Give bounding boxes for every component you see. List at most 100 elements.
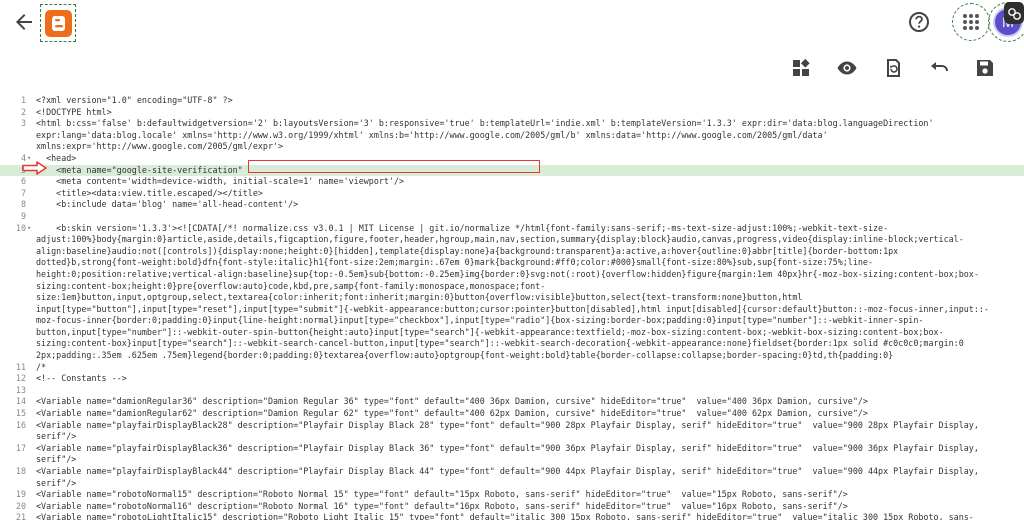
- code-line[interactable]: height:0;position:relative;vertical-alig…: [0, 269, 1024, 281]
- code-line[interactable]: 13: [0, 385, 1024, 397]
- line-number: 2: [20, 106, 26, 117]
- line-number: 6: [20, 176, 26, 187]
- code-line[interactable]: input[type="button"],input[type="reset"]…: [0, 304, 1024, 316]
- code-text: <?xml version="1.0" encoding="UTF-8" ?>: [36, 95, 233, 105]
- code-text: <Variable name="robotoNormal16" descript…: [36, 500, 848, 511]
- layout-icon[interactable]: [790, 57, 812, 79]
- code-text: input[type="button"],input[type="reset"]…: [36, 303, 989, 314]
- code-text: <Variable name="playfairDisplayBlack28" …: [36, 419, 979, 430]
- code-text: sizing:content-box}input[type="search"]:…: [36, 338, 964, 349]
- code-text: serif"/>: [36, 477, 77, 488]
- code-text: expr:lang='data:blog.locale' xmlns='http…: [36, 129, 828, 140]
- code-text: <!DOCTYPE html>: [36, 106, 112, 117]
- code-line[interactable]: sizing:content-box}input[type="search"]:…: [0, 338, 1024, 350]
- editor-toolbar: [0, 52, 1024, 86]
- code-text: <Variable name="playfairDisplayBlack36" …: [36, 442, 979, 453]
- code-text: <Variable name="damionRegular62" descrip…: [36, 408, 868, 419]
- code-text: 2px;padding:.35em .625em .75em}legend{bo…: [36, 350, 894, 361]
- code-line[interactable]: 15 <Variable name="damionRegular62" descr…: [0, 408, 1024, 420]
- code-text: <Variable name="damionRegular36" descrip…: [36, 396, 868, 407]
- code-line[interactable]: 14 <Variable name="damionRegular36" descr…: [0, 396, 1024, 408]
- line-number: 19: [15, 489, 26, 500]
- code-line[interactable]: 18 <Variable name="playfairDisplayBlack44…: [0, 466, 1024, 478]
- code-line[interactable]: align:baseline}audio:not([controls]){dis…: [0, 246, 1024, 258]
- code-line[interactable]: moz-focus-inner{border:0;padding:0}input…: [0, 315, 1024, 327]
- revert-icon[interactable]: [882, 57, 904, 79]
- code-text: <b:include data='blog' name='all-head-co…: [36, 199, 299, 210]
- line-number: 13: [15, 384, 26, 395]
- code-line[interactable]: 20 <Variable name="robotoNormal16" descri…: [0, 501, 1024, 513]
- extension-icon[interactable]: [1004, 2, 1024, 24]
- code-line[interactable]: 3 <html b:css='false' b:defaultwidgetvers…: [0, 118, 1024, 130]
- code-text: height:0;position:relative;vertical-alig…: [36, 268, 979, 279]
- code-text: align:baseline}audio:not([controls]){dis…: [36, 245, 899, 256]
- line-number: 16: [15, 419, 26, 430]
- line-number: 20: [15, 500, 26, 511]
- code-line[interactable]: sizing:content-box;height:0}pre{overflow…: [0, 281, 1024, 293]
- code-text: xmlns:expr='http://www.google.com/2005/g…: [36, 141, 284, 152]
- code-line[interactable]: xmlns:expr='http://www.google.com/2005/g…: [0, 141, 1024, 153]
- apps-grid-icon: [962, 13, 980, 31]
- code-line[interactable]: button,input[type="number"]::-webkit-out…: [0, 327, 1024, 339]
- preview-eye-icon[interactable]: [836, 57, 858, 79]
- code-line[interactable]: serif"/>: [0, 454, 1024, 466]
- code-text: <title><data:view.title.escaped/></title…: [36, 187, 263, 198]
- code-text: <Variable name="playfairDisplayBlack44" …: [36, 466, 979, 476]
- code-text: <Variable name="robotoNormal15" descript…: [36, 489, 848, 500]
- undo-icon[interactable]: [928, 57, 950, 79]
- code-line[interactable]: 1 <?xml version="1.0" encoding="UTF-8" ?>: [0, 95, 1024, 107]
- code-line[interactable]: 12 <!-- Constants -->: [0, 373, 1024, 385]
- code-text: serif"/>: [36, 454, 77, 465]
- code-text: <meta content='width=device-width, initi…: [36, 176, 405, 187]
- code-line[interactable]: 2 <!DOCTYPE html>: [0, 107, 1024, 119]
- code-line[interactable]: dotted}b,strong{font-weight:bold}dfn{fon…: [0, 257, 1024, 269]
- code-line[interactable]: 11 /*: [0, 362, 1024, 374]
- code-line[interactable]: 17 <Variable name="playfairDisplayBlack36…: [0, 443, 1024, 455]
- line-number: 3: [20, 118, 26, 129]
- line-number: 14: [15, 396, 26, 407]
- line-number: 17: [15, 442, 26, 453]
- code-text: <b:skin version='1.3.3'><![CDATA[/*! nor…: [36, 222, 889, 233]
- code-line[interactable]: expr:lang='data:blog.locale' xmlns='http…: [0, 130, 1024, 142]
- line-number: 8: [20, 199, 26, 210]
- highlight-box: [248, 160, 540, 173]
- code-text: /*: [36, 361, 47, 372]
- code-line[interactable]: 9: [0, 211, 1024, 223]
- code-line[interactable]: adjust:100%}body{margin:0}article,aside,…: [0, 234, 1024, 246]
- code-line[interactable]: 21 <Variable name="robotoLightItalic15" d…: [0, 512, 1024, 520]
- fold-toggle-icon[interactable]: ▾: [27, 223, 31, 235]
- line-number: 7: [20, 187, 26, 198]
- code-line[interactable]: 2px;padding:.35em .625em .75em}legend{bo…: [0, 350, 1024, 362]
- code-line[interactable]: 8 <b:include data='blog' name='all-head-…: [0, 199, 1024, 211]
- line-number: 21: [15, 512, 26, 520]
- code-text: size:1em}button,input,optgroup,select,te…: [36, 292, 803, 303]
- code-line[interactable]: 16 <Variable name="playfairDisplayBlack28…: [0, 420, 1024, 432]
- code-line[interactable]: 10 ▾ <b:skin version='1.3.3'><![CDATA[/*!…: [0, 223, 1024, 235]
- line-number: 11: [15, 361, 26, 372]
- code-line[interactable]: 6 <meta content='width=device-width, ini…: [0, 176, 1024, 188]
- code-line[interactable]: serif"/>: [0, 478, 1024, 490]
- code-line[interactable]: size:1em}button,input,optgroup,select,te…: [0, 292, 1024, 304]
- code-text: button,input[type="number"]::-webkit-out…: [36, 326, 944, 337]
- apps-button[interactable]: [952, 3, 990, 41]
- annotation-arrow-icon: [22, 161, 47, 175]
- code-text: dotted}b,strong{font-weight:bold}dfn{fon…: [36, 257, 874, 268]
- line-number: 12: [15, 373, 26, 384]
- code-line[interactable]: serif"/>: [0, 431, 1024, 443]
- line-number: 1: [20, 95, 26, 105]
- line-number: 15: [15, 408, 26, 419]
- arrow-back-icon[interactable]: [12, 10, 36, 34]
- code-text: <!-- Constants -->: [36, 373, 127, 384]
- code-text: <html b:css='false' b:defaultwidgetversi…: [36, 118, 934, 129]
- code-text: sizing:content-box;height:0}pre{overflow…: [36, 280, 546, 291]
- line-number: 10: [15, 222, 26, 233]
- code-editor[interactable]: 1 <?xml version="1.0" encoding="UTF-8" ?>…: [0, 95, 1024, 520]
- save-icon[interactable]: [974, 57, 996, 79]
- line-number: 9: [20, 210, 26, 221]
- blogger-logo-link[interactable]: [40, 4, 76, 42]
- top-bar: M: [0, 0, 1024, 44]
- code-line[interactable]: 7 <title><data:view.title.escaped/></tit…: [0, 188, 1024, 200]
- blogger-logo-icon: [45, 10, 72, 37]
- code-line[interactable]: 19 <Variable name="robotoNormal15" descri…: [0, 489, 1024, 501]
- help-circle-icon[interactable]: [906, 9, 932, 35]
